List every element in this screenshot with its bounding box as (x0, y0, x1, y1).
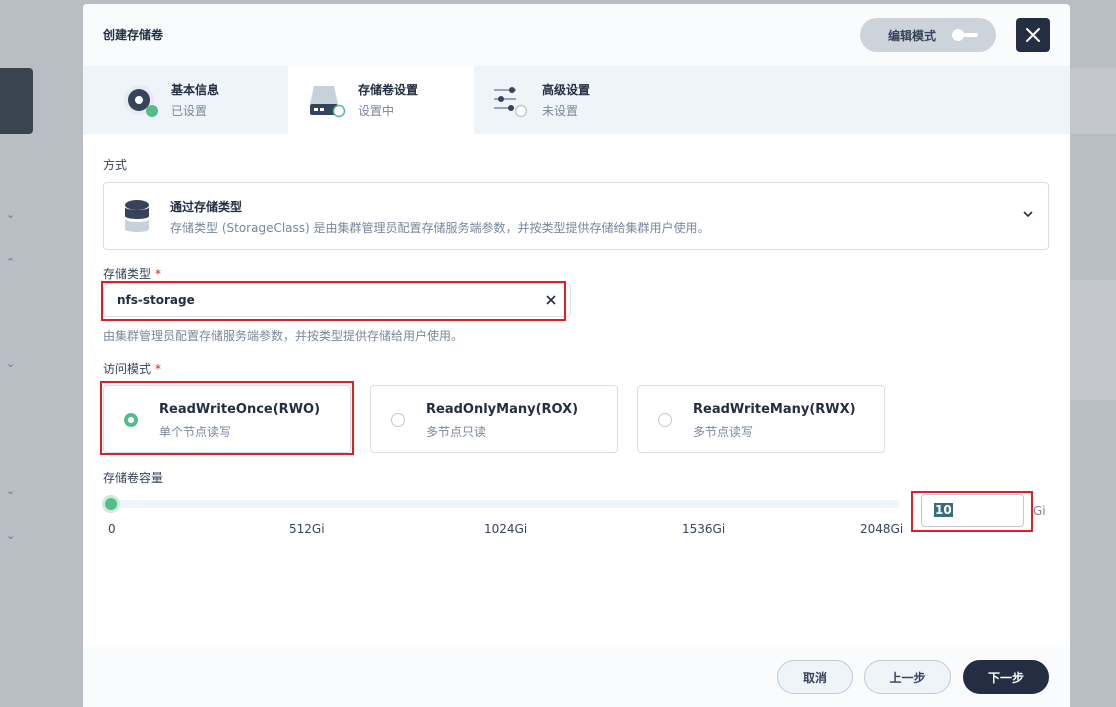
access-mode-name: ReadWriteOnce(RWO) (159, 402, 321, 417)
slider-tick: 512Gi (289, 522, 325, 536)
step-name: 存储卷设置 (358, 83, 419, 97)
drive-icon (310, 86, 346, 118)
background-panel (1070, 68, 1116, 134)
dialog-title: 创建存储卷 (103, 28, 164, 42)
radio-selected[interactable] (124, 413, 138, 427)
dialog-footer: 取消 上一步 下一步 (83, 647, 1070, 707)
chevron-down-icon: ⌄ (6, 529, 16, 542)
access-mode-rwx[interactable]: ReadWriteMany(RWX) 多节点读写 (637, 385, 885, 453)
step-state: 设置中 (358, 104, 395, 118)
slider-tick: 2048Gi (860, 522, 904, 536)
slider-tick: 1024Gi (484, 522, 528, 536)
radio-unselected[interactable] (391, 413, 405, 427)
create-volume-dialog: 创建存储卷 编辑模式 基本信息 已设置 存储卷设置 设置中 高级设置 未设置 方… (83, 4, 1070, 707)
method-select[interactable]: 通过存储类型 存储类型 (StorageClass) 是由集群管理员配置存储服务… (103, 182, 1049, 250)
close-icon (1026, 28, 1040, 42)
step-advanced-settings[interactable]: 高级设置 未设置 (474, 66, 660, 134)
radio-unselected[interactable] (658, 413, 672, 427)
chevron-down-icon: ⌄ (6, 208, 16, 221)
cancel-button[interactable]: 取消 (777, 660, 853, 694)
access-mode-desc: 多节点读写 (693, 425, 754, 439)
background-sidebar-block (0, 68, 33, 134)
chevron-down-icon (1023, 211, 1033, 218)
toggle-switch-icon (952, 29, 978, 41)
step-volume-settings[interactable]: 存储卷设置 设置中 (288, 66, 474, 134)
access-mode-rwo[interactable]: ReadWriteOnce(RWO) 单个节点读写 (103, 385, 351, 453)
sliders-icon (494, 87, 528, 118)
dialog-header: 创建存储卷 编辑模式 (83, 4, 1070, 66)
method-title: 通过存储类型 (170, 200, 243, 214)
access-mode-desc: 多节点只读 (426, 425, 487, 439)
slider-tick: 1536Gi (682, 522, 726, 536)
close-button[interactable] (1016, 18, 1050, 52)
capacity-value: 10 (934, 503, 953, 517)
access-mode-desc: 单个节点读写 (159, 425, 232, 439)
method-description: 存储类型 (StorageClass) 是由集群管理员配置存储服务端参数，并按类… (170, 221, 710, 235)
step-basic-info[interactable]: 基本信息 已设置 (83, 66, 269, 134)
background-panel (1070, 280, 1116, 400)
capacity-input[interactable]: 10 (921, 494, 1024, 527)
clear-icon[interactable] (544, 293, 558, 307)
storage-class-value: nfs-storage (117, 293, 195, 307)
access-mode-rox[interactable]: ReadOnlyMany(ROX) 多节点只读 (370, 385, 618, 453)
slider-tick: 0 (108, 522, 116, 536)
edit-mode-toggle[interactable]: 编辑模式 (860, 18, 996, 52)
access-mode-name: ReadOnlyMany(ROX) (426, 402, 579, 417)
access-mode-label: 访问模式 * (103, 362, 162, 376)
disc-icon (124, 85, 158, 117)
capacity-label: 存储卷容量 (103, 471, 164, 485)
edit-mode-label: 编辑模式 (888, 28, 937, 43)
step-state: 已设置 (171, 104, 208, 118)
step-name: 基本信息 (171, 83, 220, 97)
step-tabs: 基本信息 已设置 存储卷设置 设置中 高级设置 未设置 (83, 66, 1070, 134)
chevron-up-icon: ⌃ (6, 256, 16, 269)
capacity-unit: Gi (1033, 504, 1046, 518)
storage-class-hint: 由集群管理员配置存储服务端参数，并按类型提供存储给用户使用。 (103, 329, 464, 343)
storage-class-label: 存储类型 * (103, 267, 162, 281)
step-state: 未设置 (542, 104, 579, 118)
capacity-slider-track[interactable] (103, 500, 900, 508)
previous-button[interactable]: 上一步 (864, 660, 951, 694)
method-label: 方式 (103, 158, 128, 172)
step-name: 高级设置 (542, 83, 591, 97)
chevron-down-icon: ⌄ (6, 357, 16, 370)
chevron-down-icon: ⌄ (6, 484, 16, 497)
database-icon (125, 200, 149, 232)
storage-class-select[interactable]: nfs-storage (103, 283, 571, 317)
capacity-slider-handle[interactable] (102, 495, 120, 513)
next-button[interactable]: 下一步 (963, 660, 1049, 694)
access-mode-name: ReadWriteMany(RWX) (693, 402, 856, 417)
